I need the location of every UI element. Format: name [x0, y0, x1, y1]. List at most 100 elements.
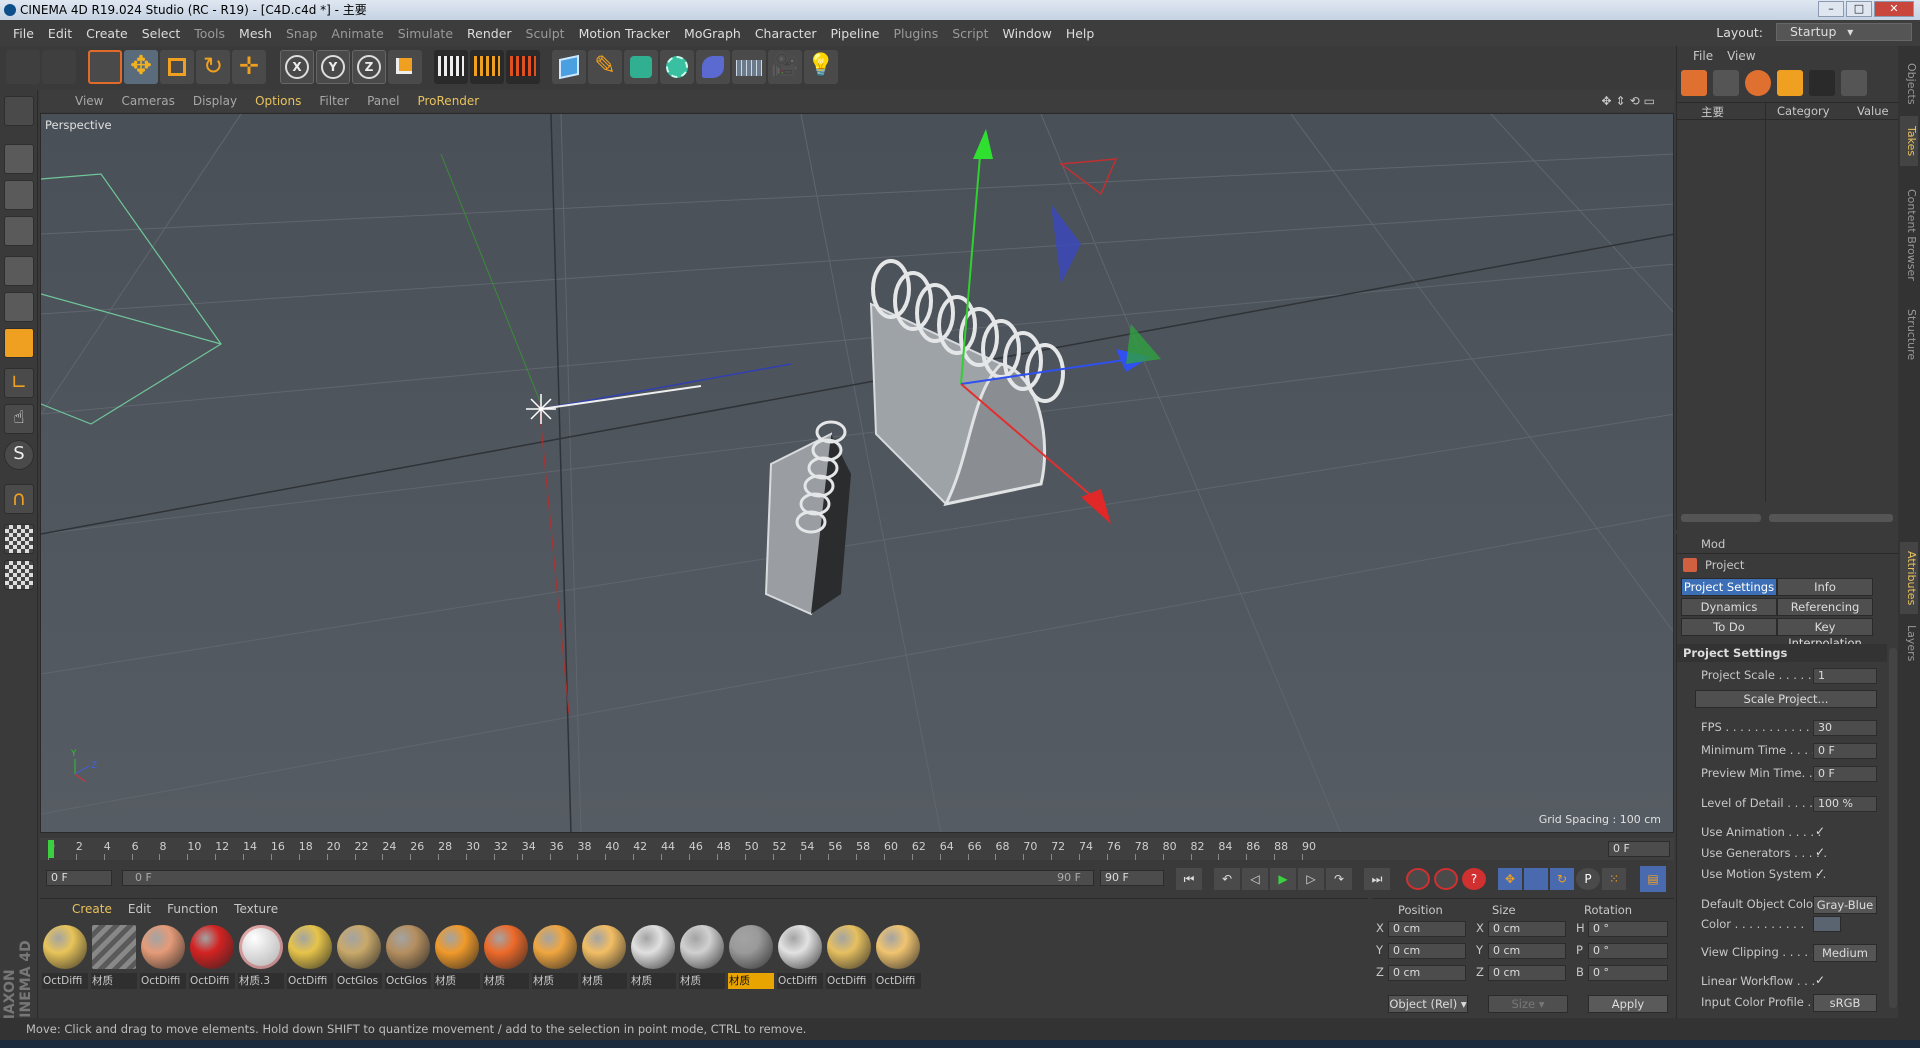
obj-scrollbar-right[interactable]	[1769, 514, 1893, 522]
y-axis-lock-icon[interactable]: Y	[316, 50, 350, 84]
size-field[interactable]: 0 cm	[1488, 921, 1566, 937]
coord-size-select[interactable]: Size ▾	[1488, 995, 1568, 1013]
size-field[interactable]: 0 cm	[1488, 943, 1566, 959]
material-item[interactable]: OctGlos	[336, 925, 382, 991]
material-item[interactable]: OctDiffi	[42, 925, 88, 991]
render-settings-icon[interactable]	[506, 50, 540, 84]
menu-edit[interactable]: Edit	[41, 26, 79, 41]
playhead[interactable]	[48, 840, 54, 858]
vp-menu-cameras[interactable]: Cameras	[112, 94, 183, 108]
menu-mograph[interactable]: MoGraph	[677, 26, 748, 41]
live-selection-icon[interactable]	[88, 50, 122, 84]
subdivision-icon[interactable]	[624, 50, 658, 84]
vp-menu-prorender[interactable]: ProRender	[408, 94, 488, 108]
scale-project-button[interactable]: Scale Project...	[1695, 690, 1877, 708]
edges-mode-icon[interactable]	[4, 292, 34, 322]
mat-menu-function[interactable]: Function	[159, 902, 226, 916]
side-tab-objects[interactable]: Objects	[1900, 54, 1918, 114]
take-auto-icon[interactable]	[1713, 70, 1739, 96]
prev-key-icon[interactable]: ↶	[1214, 868, 1240, 890]
tab-project-settings[interactable]: Project Settings	[1681, 578, 1777, 596]
deformer-icon[interactable]	[696, 50, 730, 84]
render-view-icon[interactable]	[434, 50, 468, 84]
maximize-button[interactable]: □	[1846, 1, 1872, 17]
redo-icon[interactable]	[42, 50, 76, 84]
workplane-icon[interactable]	[4, 560, 34, 590]
key-rotation-icon[interactable]: ↻	[1550, 868, 1574, 890]
record-icon[interactable]	[1406, 868, 1430, 890]
layout-select[interactable]: Startup ▾	[1776, 23, 1912, 41]
camera-icon[interactable]: 🎥	[768, 50, 802, 84]
tab-dynamics[interactable]: Dynamics	[1681, 598, 1777, 616]
menu-plugins[interactable]: Plugins	[886, 26, 945, 41]
key-param-icon[interactable]: P	[1576, 868, 1600, 890]
scale-icon[interactable]	[160, 50, 194, 84]
timeline-layout-icon[interactable]: ▤	[1640, 866, 1666, 892]
obj-menu-view[interactable]: View	[1727, 49, 1755, 63]
menu-create[interactable]: Create	[79, 26, 135, 41]
texture-mode-icon[interactable]	[4, 180, 34, 210]
menu-character[interactable]: Character	[748, 26, 824, 41]
material-item[interactable]: 材质	[434, 925, 480, 991]
position-field[interactable]: 0 cm	[1388, 921, 1466, 937]
menu-snap[interactable]: Snap	[279, 26, 324, 41]
coord-mode-select[interactable]: Object (Rel) ▾	[1388, 995, 1468, 1013]
material-item[interactable]: 材质.3	[238, 925, 284, 991]
vp-menu-panel[interactable]: Panel	[358, 94, 408, 108]
go-to-end-icon[interactable]: ⏭	[1364, 868, 1390, 890]
material-item[interactable]: 材质	[483, 925, 529, 991]
mat-menu-edit[interactable]: Edit	[120, 902, 159, 916]
side-tab-attributes[interactable]: Attributes	[1900, 542, 1918, 614]
use-motion-checkbox[interactable]: ✓	[1815, 866, 1827, 880]
lod-field[interactable]: 100 %	[1813, 796, 1877, 812]
menu-file[interactable]: File	[6, 26, 41, 41]
size-field[interactable]: 0 cm	[1488, 965, 1566, 981]
prev-frame-icon[interactable]: ◁	[1242, 868, 1268, 890]
attr-scrollbar[interactable]	[1889, 648, 1897, 1008]
current-frame-field[interactable]: 0 F	[1608, 841, 1670, 857]
obj-menu-file[interactable]: File	[1693, 49, 1713, 63]
material-item[interactable]: 材质	[581, 925, 627, 991]
rotation-field[interactable]: 0 °	[1588, 965, 1668, 981]
use-animation-checkbox[interactable]: ✓	[1815, 824, 1827, 838]
material-item[interactable]: 材质	[728, 925, 774, 991]
use-generators-checkbox[interactable]: ✓	[1815, 845, 1827, 859]
recent-tool-icon[interactable]: ✛	[232, 50, 266, 84]
frame-range-slider[interactable]: 0 F 90 F	[122, 870, 1094, 886]
tab-todo[interactable]: To Do	[1681, 618, 1777, 636]
minimize-button[interactable]: –	[1818, 1, 1844, 17]
tab-key-interpolation[interactable]: Key Interpolation	[1777, 618, 1873, 650]
timeline-ruler[interactable]: 0246810121416182022242628303234363840424…	[40, 838, 1674, 860]
color-swatch[interactable]	[1813, 916, 1841, 932]
material-item[interactable]: 材质	[630, 925, 676, 991]
model-mode-icon[interactable]	[4, 144, 34, 174]
tweak-mode-icon[interactable]: ☝	[4, 404, 34, 434]
material-item[interactable]: 材质	[679, 925, 725, 991]
menu-pipeline[interactable]: Pipeline	[824, 26, 887, 41]
vp-menu-filter[interactable]: Filter	[310, 94, 358, 108]
end-frame-field[interactable]: 90 F	[1100, 870, 1164, 886]
material-item[interactable]: OctDiffi	[140, 925, 186, 991]
take-lock-icon[interactable]	[1745, 70, 1771, 96]
undo-icon[interactable]	[6, 50, 40, 84]
cube-icon[interactable]	[552, 50, 586, 84]
menu-select[interactable]: Select	[135, 26, 188, 41]
x-axis-lock-icon[interactable]: X	[280, 50, 314, 84]
material-item[interactable]: OctDiffi	[826, 925, 872, 991]
tab-referencing[interactable]: Referencing	[1777, 598, 1873, 616]
take-settings-icon[interactable]	[1841, 70, 1867, 96]
material-item[interactable]: OctDiffi	[189, 925, 235, 991]
menu-help[interactable]: Help	[1059, 26, 1102, 41]
obj-scrollbar-left[interactable]	[1681, 514, 1761, 522]
vp-menu-options[interactable]: Options	[246, 94, 310, 108]
menu-mesh[interactable]: Mesh	[232, 26, 279, 41]
take-camera-icon[interactable]	[1809, 70, 1835, 96]
auto-key-icon[interactable]	[1434, 868, 1458, 890]
project-scale-field[interactable]: 1	[1813, 668, 1877, 684]
snap-icon[interactable]: S	[4, 440, 34, 470]
material-item[interactable]: OctGlos	[385, 925, 431, 991]
apply-button[interactable]: Apply	[1588, 995, 1668, 1013]
default-color-select[interactable]: Gray-Blue	[1813, 896, 1877, 914]
go-to-start-icon[interactable]: ⏮	[1176, 868, 1202, 890]
make-editable-icon[interactable]	[4, 96, 34, 126]
